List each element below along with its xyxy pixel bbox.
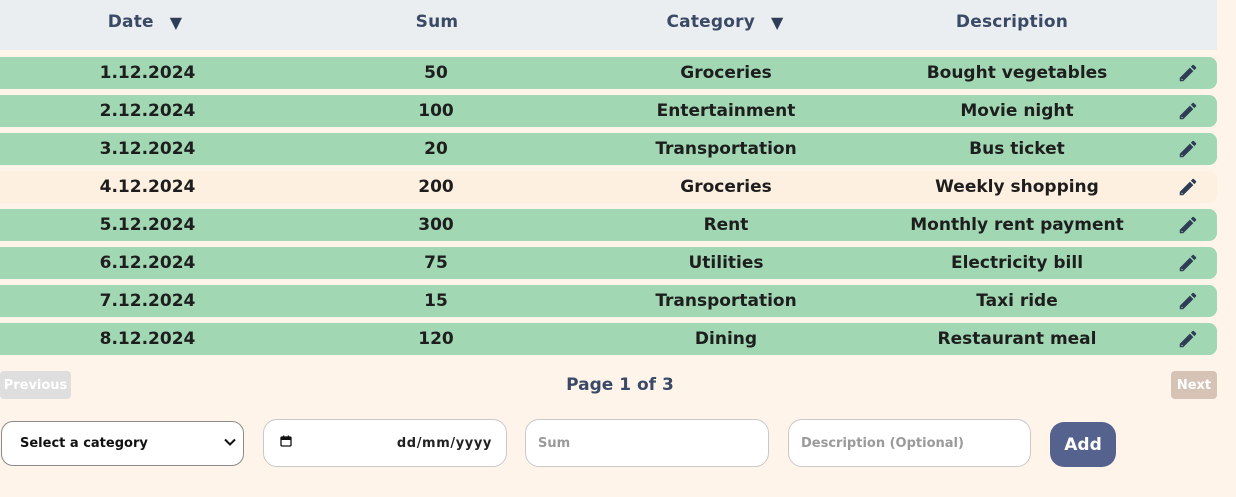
category-select[interactable]: Select a category: [1, 421, 244, 466]
table-row: 6.12.2024 75 Utilities Electricity bill: [0, 247, 1217, 279]
sum-cell: 200: [418, 177, 454, 197]
category-cell: Groceries: [680, 63, 772, 83]
description-placeholder: Description (Optional): [801, 435, 964, 451]
date-cell: 8.12.2024: [99, 329, 196, 349]
pencil-edit-icon[interactable]: [1177, 62, 1199, 84]
description-cell: Restaurant meal: [937, 329, 1097, 349]
table-row: 4.12.2024 200 Groceries Weekly shopping: [0, 171, 1217, 203]
category-column-header[interactable]: Category ▼: [625, 0, 825, 44]
table-row: 8.12.2024 120 Dining Restaurant meal: [0, 323, 1217, 355]
category-cell: Dining: [694, 329, 758, 349]
sum-cell: 20: [424, 139, 448, 159]
pencil-edit-icon[interactable]: [1177, 100, 1199, 122]
caret-down-icon[interactable]: ▼: [170, 13, 183, 32]
sum-cell: 300: [418, 215, 454, 235]
pencil-edit-icon[interactable]: [1177, 138, 1199, 160]
sum-cell: 120: [418, 329, 454, 349]
description-column-header: Description: [912, 0, 1112, 44]
category-cell: Rent: [703, 215, 749, 235]
sum-cell: 100: [418, 101, 454, 121]
category-cell: Utilities: [688, 253, 764, 273]
page-indicator: Page 1 of 3: [566, 375, 674, 395]
next-page-button[interactable]: Next: [1171, 371, 1217, 399]
pencil-edit-icon[interactable]: [1177, 214, 1199, 236]
table-header: Date ▼ Sum Category ▼ Description: [0, 0, 1217, 50]
description-cell: Electricity bill: [950, 253, 1084, 273]
category-cell: Transportation: [655, 291, 797, 311]
date-cell: 3.12.2024: [99, 139, 196, 159]
sum-column-header: Sum: [352, 0, 522, 44]
description-cell: Bought vegetables: [926, 63, 1108, 83]
pencil-edit-icon[interactable]: [1177, 252, 1199, 274]
description-cell: Weekly shopping: [935, 177, 1099, 197]
sum-cell: 50: [424, 63, 448, 83]
date-column-header[interactable]: Date ▼: [60, 0, 230, 44]
category-cell: Transportation: [655, 139, 797, 159]
description-header-label: Description: [955, 12, 1069, 32]
sum-header-label: Sum: [415, 12, 459, 32]
date-input[interactable]: dd/mm/yyyy: [263, 419, 507, 467]
chevron-down-icon: [223, 435, 237, 453]
table-row: 5.12.2024 300 Rent Monthly rent payment: [0, 209, 1217, 241]
caret-down-icon[interactable]: ▼: [771, 13, 784, 32]
description-cell: Movie night: [960, 101, 1074, 121]
date-header-label: Date: [107, 12, 154, 32]
sum-placeholder: Sum: [538, 435, 571, 451]
pencil-edit-icon[interactable]: [1177, 328, 1199, 350]
description-input[interactable]: Description (Optional): [788, 419, 1031, 467]
description-cell: Bus ticket: [969, 139, 1065, 159]
sum-cell: 75: [424, 253, 448, 273]
table-row: 7.12.2024 15 Transportation Taxi ride: [0, 285, 1217, 317]
add-button[interactable]: Add: [1050, 422, 1116, 467]
date-cell: 4.12.2024: [99, 177, 196, 197]
pencil-edit-icon[interactable]: [1177, 176, 1199, 198]
previous-page-button[interactable]: Previous: [0, 371, 71, 399]
sum-cell: 15: [424, 291, 448, 311]
sum-input[interactable]: Sum: [525, 419, 769, 467]
table-row: 2.12.2024 100 Entertainment Movie night: [0, 95, 1217, 127]
calendar-icon[interactable]: [280, 435, 292, 451]
date-cell: 7.12.2024: [99, 291, 196, 311]
date-cell: 5.12.2024: [99, 215, 196, 235]
date-placeholder: dd/mm/yyyy: [396, 435, 492, 451]
table-row: 1.12.2024 50 Groceries Bought vegetables: [0, 57, 1217, 89]
date-cell: 2.12.2024: [99, 101, 196, 121]
description-cell: Monthly rent payment: [910, 215, 1124, 235]
category-header-label: Category: [666, 12, 755, 32]
date-cell: 6.12.2024: [99, 253, 196, 273]
category-select-value: Select a category: [20, 436, 148, 451]
category-cell: Entertainment: [656, 101, 796, 121]
table-row: 3.12.2024 20 Transportation Bus ticket: [0, 133, 1217, 165]
category-cell: Groceries: [680, 177, 772, 197]
date-cell: 1.12.2024: [99, 63, 196, 83]
description-cell: Taxi ride: [976, 291, 1058, 311]
pencil-edit-icon[interactable]: [1177, 290, 1199, 312]
